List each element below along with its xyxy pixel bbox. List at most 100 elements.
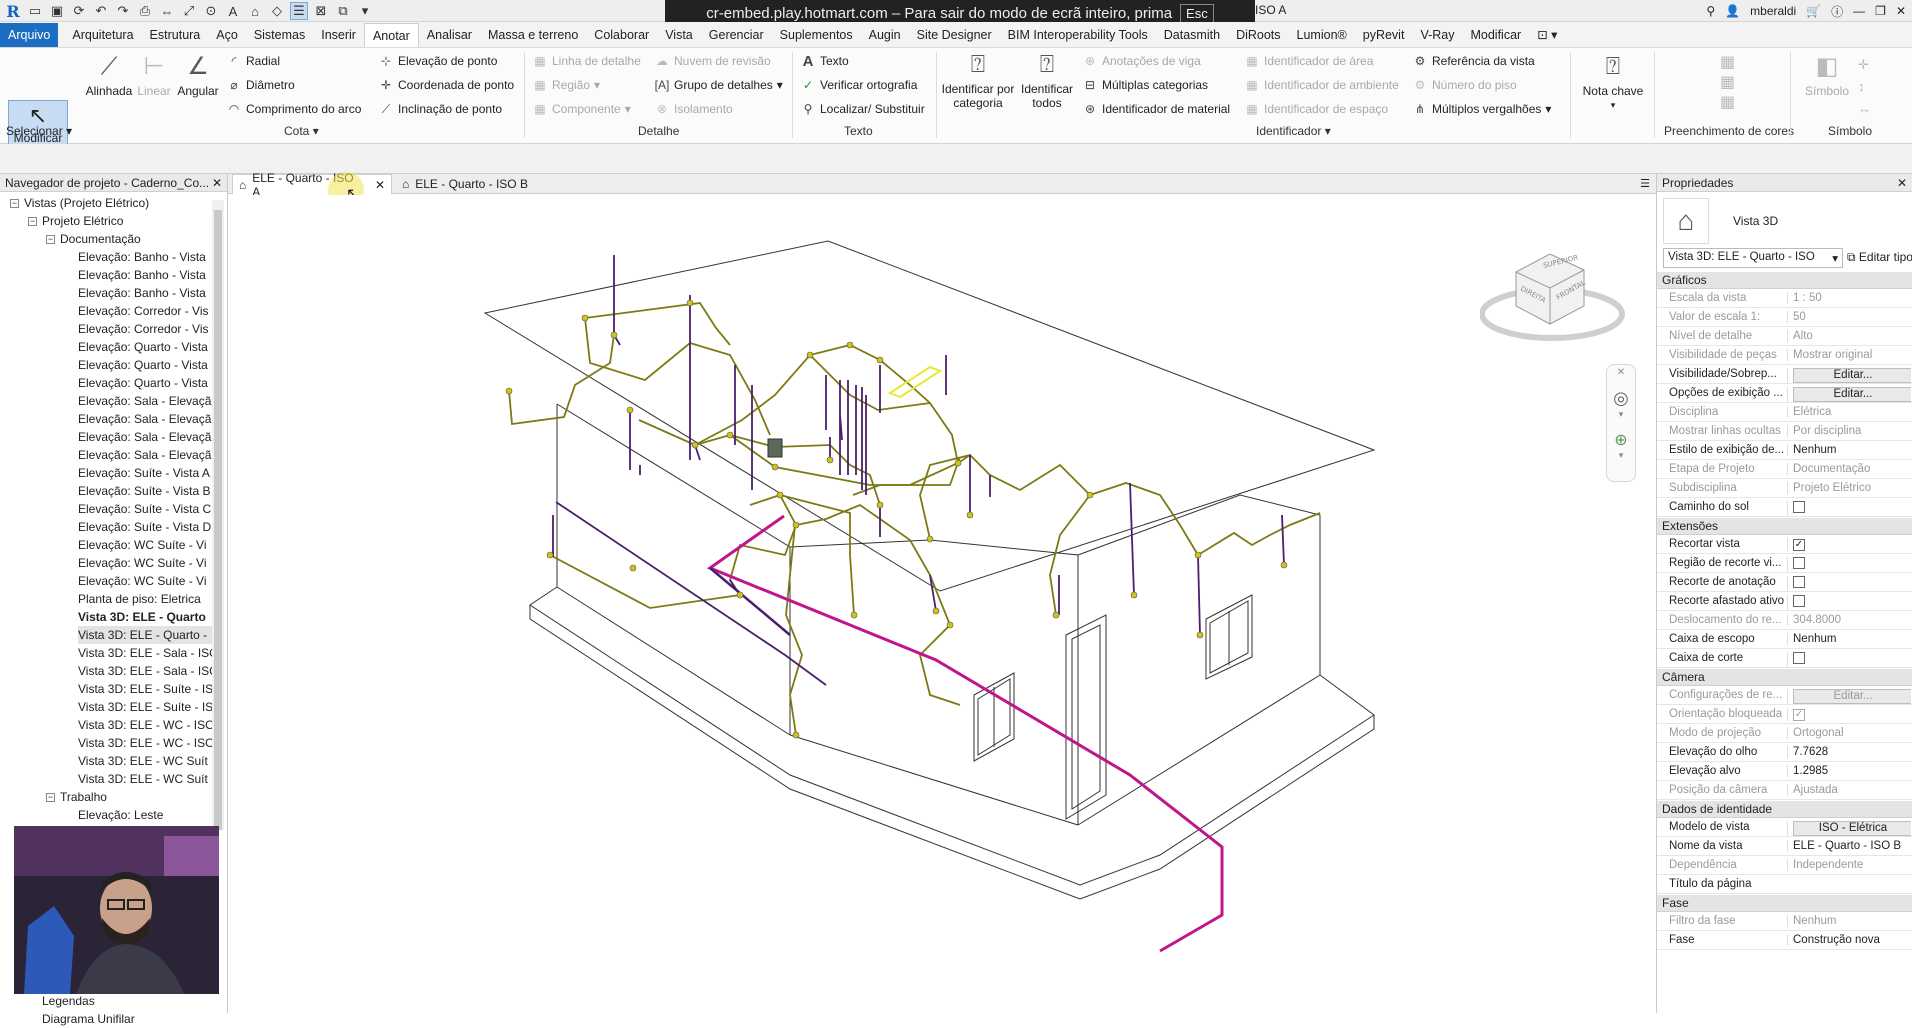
minimize-icon[interactable]: — [1853,4,1865,18]
keynote-button[interactable]: ⍰ Nota chave ▾ [1578,52,1648,112]
angular-dimension-button[interactable]: ∠ Angular [174,52,222,99]
tree-view-item[interactable]: Elevação: Sala - Elevaçã [78,392,212,410]
property-value[interactable]: Nenhum [1787,444,1911,456]
tree-group[interactable]: Projeto Elétrico [42,212,212,230]
tree-view-item[interactable]: Elevação: Quarto - Vista [78,338,212,356]
close-icon[interactable]: ✕ [1607,367,1635,378]
property-checkbox[interactable] [1793,652,1805,664]
tree-view-item[interactable]: Elevação: Suíte - Vista A [78,464,212,482]
tree-view-item[interactable]: Vista 3D: ELE - Quarto [78,608,212,626]
spot-coordinate-button[interactable]: ✛ Coordenada de ponto [378,77,514,93]
chevron-down-icon[interactable]: ▾ [1607,409,1635,420]
property-checkbox[interactable]: ✓ [1793,539,1805,551]
edit-type-button[interactable]: ⧉ Editar tipo [1847,250,1912,265]
radial-button[interactable]: ◜ Radial [226,53,280,69]
tree-view-item[interactable]: Elevação: Suíte - Vista D [78,518,212,536]
spot-elevation-button[interactable]: ⊹ Elevação de ponto [378,53,497,69]
linear-dimension-button[interactable]: ⊢ Linear [134,52,174,99]
chevron-down-icon[interactable]: ▾ [1607,450,1635,461]
property-edit-button[interactable]: ISO - Elétrica [1793,821,1911,836]
revit-logo-icon[interactable]: R [4,2,22,21]
tree-collapse-toggle[interactable]: − [46,235,55,244]
3d-model-view[interactable] [230,195,1640,1013]
tree-view-item[interactable]: Elevação: Sala - Elevaçã [78,428,212,446]
close-icon[interactable]: ✕ [212,176,222,190]
properties-section[interactable]: Dados de identidade [1657,801,1912,818]
section-icon[interactable]: ◇ [268,2,286,20]
spot-slope-button[interactable]: ⟋ Inclinação de ponto [378,101,502,117]
beam-annotations-button[interactable]: ⊕ Anotações de viga [1082,53,1201,69]
property-edit-button[interactable]: Editar... [1793,368,1911,383]
tree-view-item[interactable]: Vista 3D: ELE - WC Suít [78,752,212,770]
tree-view-item[interactable]: Vista 3D: ELE - Sala - ISO [78,644,212,662]
ribbon-tab-10[interactable]: Vista [657,23,701,47]
view-tab-iso-a[interactable]: ⌂ ELE - Quarto - ISO A ✕ [232,171,392,199]
open-folder-icon[interactable]: ▭ [26,2,44,20]
tree-view-item[interactable]: Elevação: Quarto - Vista [78,356,212,374]
detail-line-button[interactable]: ▦ Linha de detalhe [532,53,640,69]
ribbon-tab-17[interactable]: DiRoots [1228,23,1288,47]
print-icon[interactable]: ⎙ [136,2,154,20]
tree-collapse-toggle[interactable]: − [28,217,37,226]
tread-number-button[interactable]: ⚙ Número do piso [1412,77,1517,93]
ribbon-tab-8[interactable]: Massa e terreno [480,23,586,47]
tree-view-item[interactable]: Elevação: Corredor - Vis [78,320,212,338]
redo-icon[interactable]: ↷ [114,2,132,20]
property-checkbox[interactable] [1793,576,1805,588]
3d-view-icon[interactable]: ⌂ [246,2,264,20]
ribbon-tab-12[interactable]: Suplementos [772,23,861,47]
property-value[interactable]: ISO - Elétrica [1787,821,1911,836]
multi-rebar-button[interactable]: ⋔ Múltiplos vergalhões ▾ [1412,101,1551,117]
tree-view-item[interactable]: Elevação: WC Suíte - Vi [78,554,212,572]
tree-view-item[interactable]: Elevação: Suíte - Vista B [78,482,212,500]
ribbon-tab-4[interactable]: Sistemas [246,23,313,47]
sync-icon[interactable]: ⟳ [70,2,88,20]
tree-subgroup[interactable]: Documentação [60,230,212,248]
tree-view-item[interactable]: Elevação: WC Suíte - Vi [78,536,212,554]
ribbon-tab-18[interactable]: Lumion® [1289,23,1355,47]
ribbon-tab-0[interactable]: Arquivo [0,23,59,47]
tree-view-item[interactable]: Vista 3D: ELE - WC - ISO [78,734,212,752]
tree-view-item[interactable]: Vista 3D: ELE - Suíte - IS [78,698,212,716]
aligned-dimension-button[interactable]: ⟋ Alinhada [84,52,134,99]
tree-view-item[interactable]: Elevação: Banho - Vista [78,266,212,284]
tree-group-legendas[interactable]: Legendas [42,992,212,1010]
revision-cloud-button[interactable]: ☁ Nuvem de revisão [654,53,771,69]
spelling-button[interactable]: ✓ Verificar ortografia [800,77,917,93]
ribbon-more-icon[interactable]: ⊡ ▾ [1529,23,1565,47]
save-icon[interactable]: ▣ [48,2,66,20]
tree-view-item[interactable]: Elevação: Suíte - Vista C [78,500,212,518]
ribbon-tab-19[interactable]: pyRevit [1355,23,1413,47]
group-label-cota[interactable]: Cota ▾ [284,124,319,138]
close-icon[interactable]: ✕ [1896,4,1906,18]
material-tag-button[interactable]: ⊛ Identificador de material [1082,101,1230,117]
component-button[interactable]: ▦ Componente ▾ [532,101,630,117]
room-tag-button[interactable]: ▦ Identificador de ambiente [1244,77,1398,93]
tree-view-item[interactable]: Elevação: Quarto - Vista [78,374,212,392]
tree-view-item[interactable]: Vista 3D: ELE - Quarto - [78,626,212,644]
find-replace-button[interactable]: ⚲ Localizar/ Substituir [800,101,925,117]
property-checkbox[interactable] [1793,595,1805,607]
ribbon-tab-3[interactable]: Aço [208,23,246,47]
property-value[interactable] [1787,557,1911,572]
properties-section[interactable]: Extensões [1657,518,1912,535]
customize-qat-icon[interactable]: ▾ [356,2,374,20]
tag-all-button[interactable]: ⍰ Identificar todos [1018,50,1076,111]
ribbon-tab-1[interactable]: Arquitetura [64,23,141,47]
property-checkbox[interactable] [1793,501,1805,513]
navigation-bar[interactable]: ✕ ◎ ▾ ⊕ ▾ [1606,364,1636,482]
detail-group-button[interactable]: [A] Grupo de detalhes ▾ [654,77,783,93]
ribbon-tab-2[interactable]: Estrutura [142,23,209,47]
ribbon-tab-11[interactable]: Gerenciar [701,23,772,47]
close-icon[interactable]: ✕ [375,178,385,192]
ribbon-tab-16[interactable]: Datasmith [1156,23,1228,47]
help-icon[interactable]: ⓘ [1831,3,1843,20]
text-icon[interactable]: A [224,2,242,20]
property-value[interactable]: ELE - Quarto - ISO B [1787,840,1911,852]
property-value[interactable] [1787,501,1911,516]
user-name[interactable]: mberaldi [1750,4,1796,18]
property-value[interactable] [1787,652,1911,667]
browser-scroll-thumb[interactable] [214,210,222,830]
binoculars-icon[interactable]: ⚲ [1706,4,1715,18]
multi-category-button[interactable]: ⊟ Múltiplas categorias [1082,77,1208,93]
